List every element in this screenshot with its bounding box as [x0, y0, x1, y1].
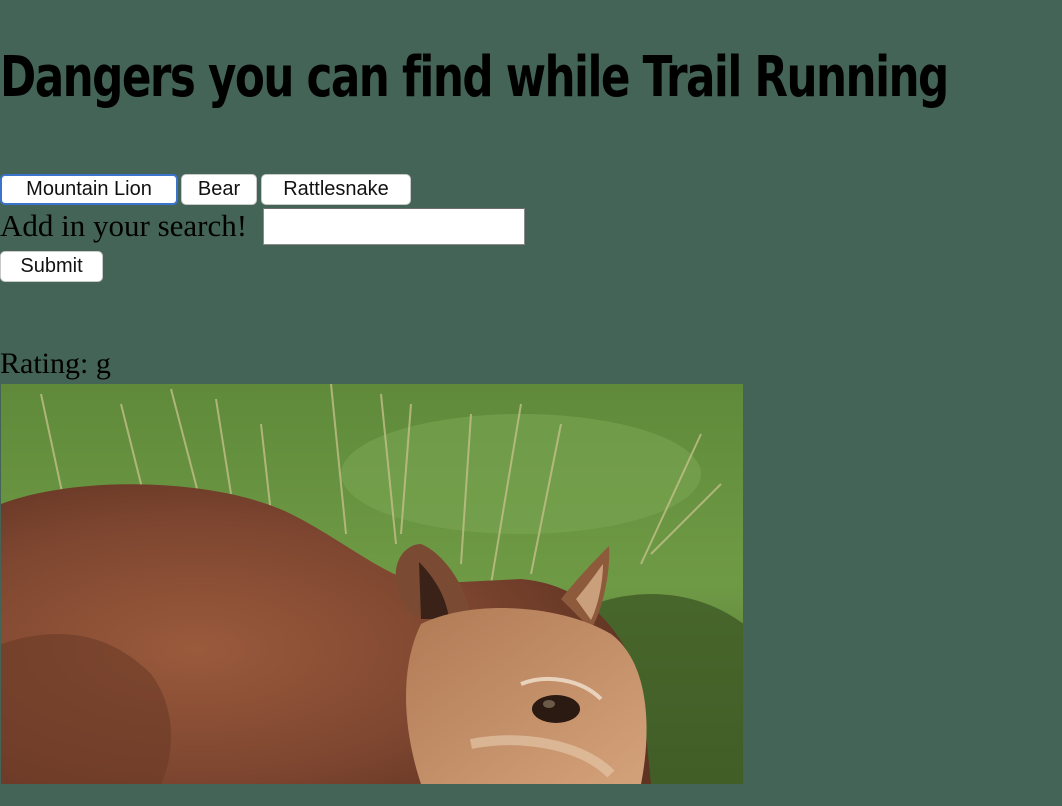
submit-button[interactable]: Submit — [0, 251, 103, 282]
rattlesnake-button[interactable]: Rattlesnake — [261, 174, 411, 205]
bear-button[interactable]: Bear — [181, 174, 257, 205]
rating-value: g — [95, 347, 111, 380]
result-gif — [1, 384, 743, 784]
page-title: Dangers you can find while Trail Running — [0, 45, 949, 110]
rating-label: Rating: — [0, 347, 89, 380]
mountain-lion-button[interactable]: Mountain Lion — [0, 174, 178, 205]
mountain-lion-image — [1, 384, 743, 784]
search-input[interactable] — [263, 208, 525, 245]
search-label: Add in your search! — [0, 208, 248, 243]
rating-text: Rating: g — [0, 345, 111, 383]
